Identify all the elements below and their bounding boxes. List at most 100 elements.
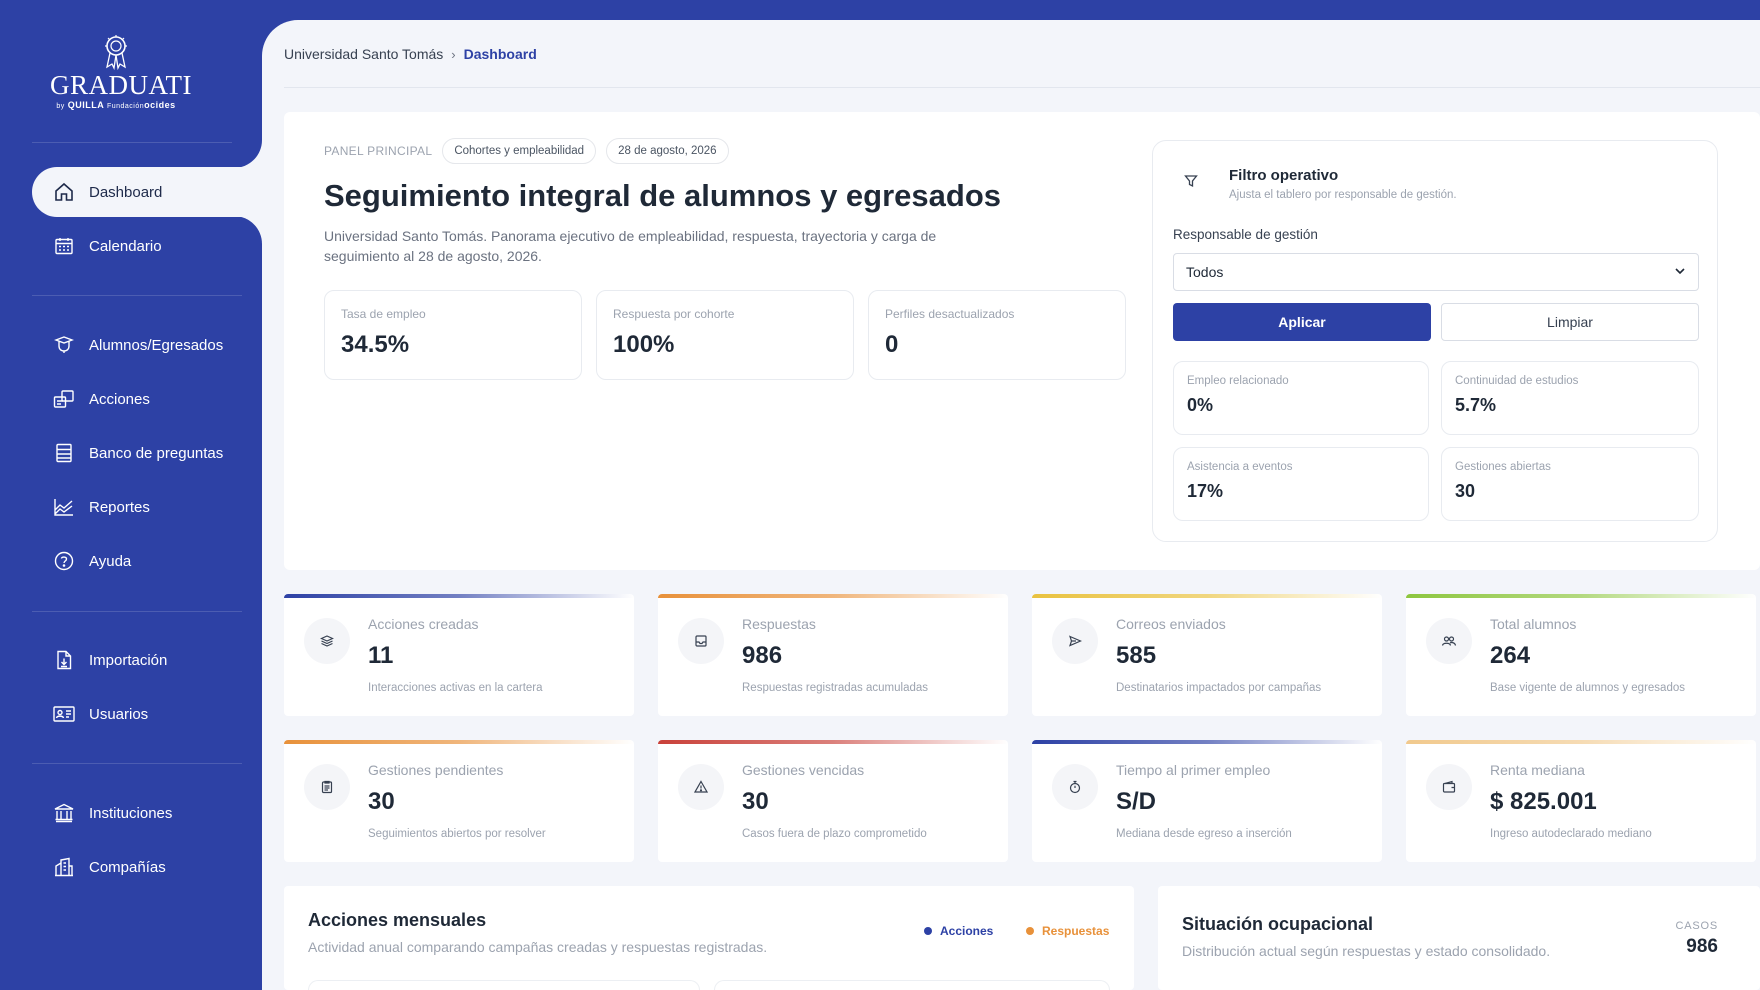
actions-icon: [53, 388, 75, 410]
legend-label: Acciones: [940, 924, 994, 938]
accent-bar: [284, 740, 634, 744]
stat-caption: Mediana desde egreso a inserción: [1116, 828, 1292, 840]
graduati-logo[interactable]: GRADUATI by QUILLA Fundaciónocides: [50, 34, 192, 110]
sidebar-item-label: Acciones: [89, 390, 150, 408]
import-icon: [53, 649, 75, 671]
metric-value: 30: [1455, 481, 1476, 501]
stat-value: 11: [368, 642, 394, 669]
panel-chips: PANEL PRINCIPAL Cohortes y empleabilidad…: [324, 138, 729, 164]
brand-name: GRADUATI: [50, 70, 192, 100]
clear-button[interactable]: Limpiar: [1441, 303, 1699, 341]
accent-bar: [1406, 594, 1756, 598]
sidebar-item-alumnos[interactable]: Alumnos/Egresados: [32, 320, 262, 370]
sidebar-item-instituciones[interactable]: Instituciones: [32, 788, 262, 838]
filter-title: Filtro operativo: [1229, 167, 1339, 184]
stat-caption: Casos fuera de plazo comprometido: [742, 828, 927, 840]
sidebar-item-label: Compañías: [89, 858, 166, 876]
graduate-icon: [53, 334, 75, 356]
sidebar-divider: [32, 611, 242, 612]
stat-caption: Seguimientos abiertos por resolver: [368, 828, 546, 840]
cases-label: CASOS: [1675, 920, 1718, 932]
cases-value: 986: [1686, 936, 1718, 957]
stat-label: Respuestas: [742, 616, 816, 632]
stat-label: Renta mediana: [1490, 762, 1585, 778]
stat-caption: Base vigente de alumnos y egresados: [1490, 682, 1685, 694]
timer-icon: [1052, 764, 1098, 810]
filter-card: Filtro operativo Ajusta el tablero por r…: [1152, 140, 1718, 542]
legend-acciones[interactable]: Acciones: [924, 924, 993, 938]
users-icon: [53, 703, 75, 725]
calendar-icon: [53, 235, 75, 257]
company-icon: [53, 856, 75, 878]
sidebar: GRADUATI by QUILLA Fundaciónocides Dashb…: [0, 0, 270, 990]
monthly-actions-subtitle: Actividad anual comparando campañas crea…: [308, 939, 768, 955]
sidebar-item-reportes[interactable]: Reportes: [32, 482, 262, 532]
help-icon: [53, 550, 75, 572]
accent-bar: [658, 594, 1008, 598]
reports-icon: [53, 496, 75, 518]
sidebar-divider: [32, 295, 242, 296]
sidebar-item-calendario[interactable]: Calendario: [32, 221, 262, 271]
layers-icon: [304, 618, 350, 664]
stat-caption: Interacciones activas en la cartera: [368, 682, 543, 694]
stat-label: Total alumnos: [1490, 616, 1577, 632]
brand-partners: by QUILLA Fundaciónocides: [56, 100, 176, 110]
sidebar-item-acciones[interactable]: Acciones: [32, 374, 262, 424]
warning-icon: [678, 764, 724, 810]
wallet-icon: [1426, 764, 1472, 810]
filter-icon: [1179, 169, 1203, 193]
accent-bar: [1032, 594, 1382, 598]
sidebar-item-ayuda[interactable]: Ayuda: [32, 536, 262, 586]
stat-card-renta-mediana: Renta mediana $ 825.001 Ingreso autodecl…: [1406, 740, 1756, 862]
kpi-label: Tasa de empleo: [341, 307, 426, 321]
panel-eyebrow: PANEL PRINCIPAL: [324, 144, 433, 158]
page-description: Universidad Santo Tomás. Panorama ejecut…: [324, 228, 937, 264]
metric-value: 5.7%: [1455, 395, 1497, 415]
sidebar-item-label: Instituciones: [89, 804, 173, 822]
breadcrumb-current: Dashboard: [463, 46, 537, 62]
stat-card-acciones: Acciones creadas 11 Interacciones activa…: [284, 594, 634, 716]
apply-button[interactable]: Aplicar: [1173, 303, 1431, 341]
kpi-value: 34.5%: [341, 331, 410, 358]
monthly-actions-title: Acciones mensuales: [308, 910, 487, 930]
accent-bar: [284, 594, 634, 598]
main-panel: PANEL PRINCIPAL Cohortes y empleabilidad…: [284, 112, 1760, 570]
metric-value: 0%: [1187, 395, 1214, 415]
legend-respuestas[interactable]: Respuestas: [1026, 924, 1109, 938]
stat-card-gestiones-vencidas: Gestiones vencidas 30 Casos fuera de pla…: [658, 740, 1008, 862]
accent-bar: [1032, 740, 1382, 744]
stat-caption: Ingreso autodeclarado mediano: [1490, 828, 1652, 840]
kpi-card: Respuesta por cohorte 100%: [596, 290, 854, 380]
breadcrumb: Universidad Santo Tomás › Dashboard: [284, 46, 537, 62]
question-bank-icon: [53, 442, 75, 464]
stat-card-respuestas: Respuestas 986 Respuestas registradas ac…: [658, 594, 1008, 716]
monthly-actions-card: Acciones mensuales Actividad anual compa…: [284, 886, 1134, 990]
metric-label: Gestiones abiertas: [1455, 461, 1551, 473]
kpi-label: Perfiles desactualizados: [885, 307, 1015, 321]
sidebar-item-dashboard[interactable]: Dashboard: [32, 167, 270, 217]
active-tab-curve: [232, 118, 262, 168]
chevron-right-icon: ›: [451, 46, 456, 62]
filter-subtitle: Ajusta el tablero por responsable de ges…: [1229, 189, 1457, 201]
stat-label: Tiempo al primer empleo: [1116, 762, 1271, 778]
breadcrumb-root[interactable]: Universidad Santo Tomás: [284, 46, 443, 62]
stat-value: 264: [1490, 642, 1531, 669]
responsable-select[interactable]: Todos: [1173, 253, 1699, 291]
sidebar-item-label: Reportes: [89, 498, 150, 516]
kpi-card: Tasa de empleo 34.5%: [324, 290, 582, 380]
kpi-card: Perfiles desactualizados 0: [868, 290, 1126, 380]
sidebar-item-usuarios[interactable]: Usuarios: [32, 689, 262, 739]
stat-card-correos: Correos enviados 585 Destinatarios impac…: [1032, 594, 1382, 716]
cases-counter: CASOS 986: [1675, 920, 1718, 958]
sidebar-item-importacion[interactable]: Importación: [32, 635, 262, 685]
sidebar-item-banco-preguntas[interactable]: Banco de preguntas: [32, 428, 262, 478]
people-icon: [1426, 618, 1472, 664]
occupational-status-card: Situación ocupacional Distribución actua…: [1158, 886, 1760, 990]
header-divider: [284, 87, 1760, 88]
stat-value: $ 825.001: [1490, 788, 1597, 815]
date-chip: 28 de agosto, 2026: [606, 138, 729, 164]
sidebar-item-companias[interactable]: Compañías: [32, 842, 262, 892]
medal-icon: [105, 35, 127, 70]
sidebar-item-label: Usuarios: [89, 705, 149, 723]
stat-value: 986: [742, 642, 783, 669]
